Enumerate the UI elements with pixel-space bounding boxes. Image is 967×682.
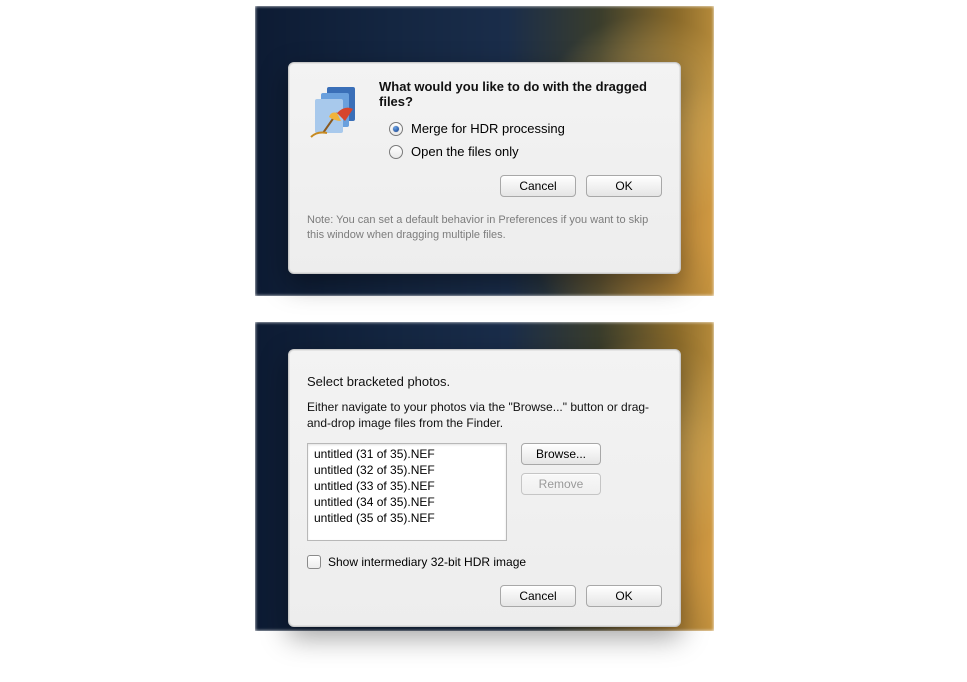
list-item[interactable]: untitled (35 of 35).NEF bbox=[308, 510, 506, 526]
cancel-button[interactable]: Cancel bbox=[500, 585, 576, 607]
remove-button[interactable]: Remove bbox=[521, 473, 601, 495]
list-item[interactable]: untitled (34 of 35).NEF bbox=[308, 494, 506, 510]
dialog-description: Either navigate to your photos via the "… bbox=[307, 399, 662, 431]
list-item[interactable]: untitled (31 of 35).NEF bbox=[308, 446, 506, 462]
dialog-title: What would you like to do with the dragg… bbox=[379, 79, 662, 109]
app-icon bbox=[307, 81, 371, 145]
list-item[interactable]: untitled (33 of 35).NEF bbox=[308, 478, 506, 494]
radio-label: Merge for HDR processing bbox=[411, 121, 565, 136]
drag-action-dialog: What would you like to do with the dragg… bbox=[288, 62, 681, 274]
file-list[interactable]: untitled (31 of 35).NEF untitled (32 of … bbox=[307, 443, 507, 541]
select-photos-dialog: Select bracketed photos. Either navigate… bbox=[288, 349, 681, 627]
browse-button[interactable]: Browse... bbox=[521, 443, 601, 465]
option-merge-hdr[interactable]: Merge for HDR processing bbox=[389, 121, 662, 136]
radio-icon bbox=[389, 122, 403, 136]
list-item[interactable]: untitled (32 of 35).NEF bbox=[308, 462, 506, 478]
option-open-only[interactable]: Open the files only bbox=[389, 144, 662, 159]
preferences-note: Note: You can set a default behavior in … bbox=[307, 213, 662, 243]
show-intermediary-checkbox[interactable]: Show intermediary 32-bit HDR image bbox=[307, 555, 662, 569]
cancel-button[interactable]: Cancel bbox=[500, 175, 576, 197]
ok-button[interactable]: OK bbox=[586, 585, 662, 607]
ok-button[interactable]: OK bbox=[586, 175, 662, 197]
dialog-title: Select bracketed photos. bbox=[307, 374, 662, 389]
radio-label: Open the files only bbox=[411, 144, 519, 159]
checkbox-icon bbox=[307, 555, 321, 569]
radio-icon bbox=[389, 145, 403, 159]
checkbox-label: Show intermediary 32-bit HDR image bbox=[328, 555, 526, 569]
